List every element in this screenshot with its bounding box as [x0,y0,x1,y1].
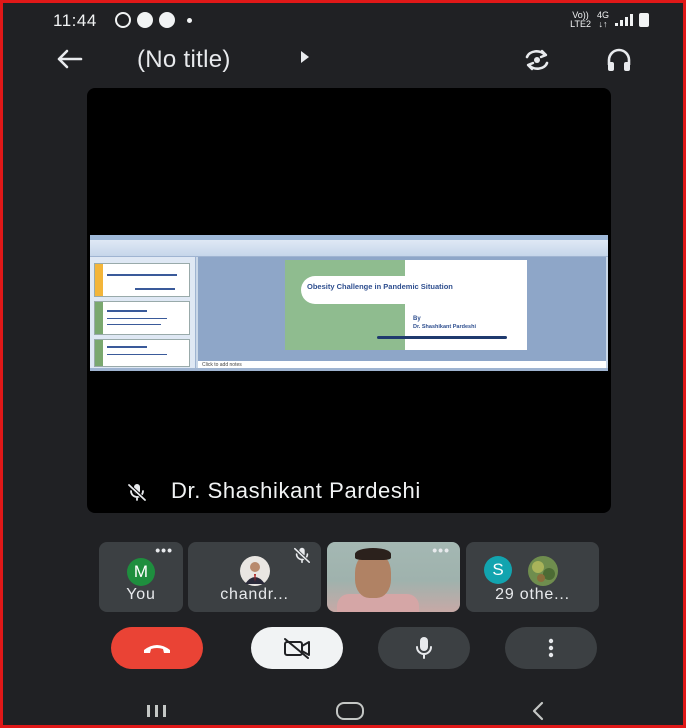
avatar: M [127,558,155,586]
arrow-left-icon [57,49,83,69]
slide-thumbnail [94,301,190,335]
phone-hangup-icon [144,645,170,653]
slide-thumbnail [94,263,190,297]
back-button[interactable] [51,43,87,75]
presenter-name: Dr. Shashikant Pardeshi [171,478,421,503]
call-header: (No title) [3,37,683,83]
participant-strip: ••• M You chandr... ••• S 29 othe... [99,542,599,612]
participant-tile-others[interactable]: S 29 othe... [466,542,599,612]
audio-output-button[interactable] [601,43,637,77]
mic-off-icon [293,547,311,564]
slide-editing-area: Obesity Challenge in Pandemic Situation … [198,257,606,361]
avatar [528,556,558,586]
avatar: S [484,556,512,584]
mic-icon [416,637,432,659]
presenter-name-row: Dr. Shashikant Pardeshi [87,474,611,508]
ppt-titlebar [90,235,608,240]
title-caret-icon[interactable] [301,51,309,63]
slide-underline [377,336,507,339]
system-status-icons: Vo)) LTE2 4G ↓↑ [570,11,649,29]
presenter-tile[interactable]: Obesity Challenge in Pandemic Situation … [87,88,611,513]
participant-tile-video[interactable]: ••• [327,542,460,612]
ppt-ribbon [90,235,608,257]
more-notifications-dot-icon [187,17,192,23]
chat-notification-icon [159,12,175,28]
end-call-button[interactable] [111,627,203,669]
camera-toggle-button[interactable] [251,627,343,669]
slide-thumbnail [94,339,190,367]
slide-author: Dr. Shashikant Pardeshi [413,324,476,330]
signal-icon [615,14,633,26]
chevron-left-icon[interactable] [531,701,545,721]
data-indicator: 4G ↓↑ [597,11,609,29]
recents-icon[interactable] [147,705,166,717]
more-options-button[interactable] [505,627,597,669]
data-arrows-label: ↓↑ [598,19,608,29]
mic-off-icon [127,483,147,502]
camera-off-icon [284,638,310,659]
headphones-icon [607,48,631,71]
switch-camera-button[interactable] [519,43,555,77]
app-notification-icon [137,12,153,28]
meet-call-screen: 11:44 Vo)) LTE2 4G ↓↑ (No title) Obesity… [3,3,683,725]
slide-thumbnails [90,257,196,369]
more-vertical-icon [548,638,554,658]
participant-label: chandr... [220,586,289,603]
status-time: 11:44 [53,11,97,30]
volte-indicator: Vo)) LTE2 [570,11,591,29]
participant-tile-chandr[interactable]: chandr... [188,542,321,612]
battery-icon [639,13,649,27]
more-horizontal-icon[interactable]: ••• [155,543,173,557]
slide-by-label: By [413,316,421,322]
slide-title: Obesity Challenge in Pandemic Situation [307,282,453,291]
notification-icons [115,12,192,28]
avatar [240,556,270,586]
ppt-statusbar [90,368,608,371]
mic-toggle-button[interactable] [378,627,470,669]
switch-camera-icon [525,49,549,71]
status-bar: 11:44 Vo)) LTE2 4G ↓↑ [3,3,683,37]
more-horizontal-icon[interactable]: ••• [432,543,450,557]
call-controls [3,627,683,673]
meeting-title[interactable]: (No title) [137,46,231,74]
participant-label: 29 othe... [495,586,570,603]
shared-screen-presentation: Obesity Challenge in Pandemic Situation … [90,235,608,371]
participant-label: You [126,586,156,603]
whatsapp-icon [115,12,131,28]
home-icon[interactable] [336,702,364,720]
participant-tile-you[interactable]: ••• M You [99,542,183,612]
lte-label: LTE2 [570,19,591,29]
current-slide: Obesity Challenge in Pandemic Situation … [285,260,527,350]
system-nav-bar [3,689,683,725]
